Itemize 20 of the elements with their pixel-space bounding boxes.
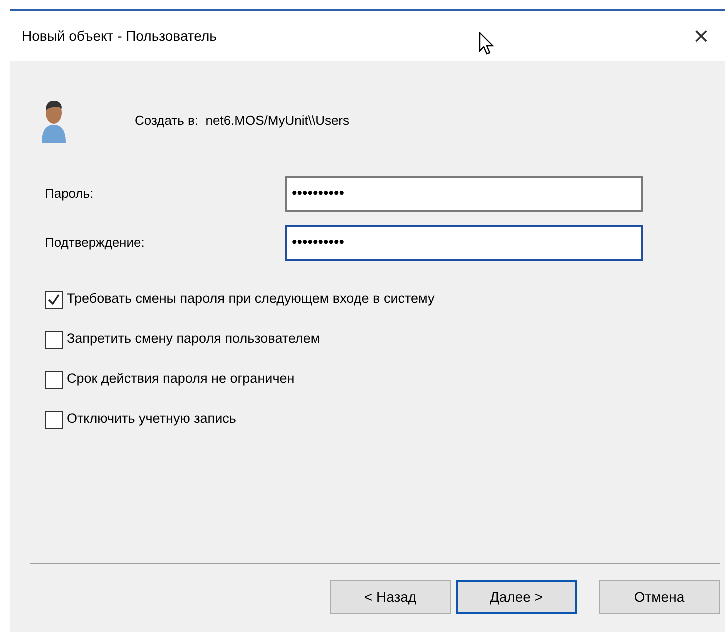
checkbox[interactable] (45, 370, 63, 388)
checkbox-label: Требовать смены пароля при следующем входе в систему (67, 290, 435, 308)
window-title: Новый объект - Пользователь (22, 26, 217, 46)
field-label: Подтверждение: (44, 234, 146, 252)
checkbox-label: Запретить смену пароля пользователем (67, 330, 320, 348)
password-field[interactable]: •••••••••• (285, 225, 643, 261)
field-label: Пароль: (44, 185, 95, 204)
checkbox-label: Срок действия пароля не ограничен (67, 370, 295, 388)
location-text: Создать в: net6.MOS/MyUnit\\Users (135, 112, 350, 130)
dialog-button[interactable]: Далее > (456, 580, 577, 614)
dialog-button[interactable]: < Назад (330, 580, 451, 614)
close-button[interactable]: × (690, 23, 713, 49)
checkbox[interactable] (45, 410, 63, 428)
checkbox[interactable] (45, 290, 63, 308)
mouse-pointer-icon (479, 32, 495, 56)
user-icon (40, 99, 68, 143)
password-field[interactable]: •••••••••• (285, 176, 643, 212)
checkbox[interactable] (45, 330, 63, 348)
checkbox-label: Отключить учетную запись (67, 410, 236, 428)
dialog-button[interactable]: Отмена (599, 580, 720, 614)
